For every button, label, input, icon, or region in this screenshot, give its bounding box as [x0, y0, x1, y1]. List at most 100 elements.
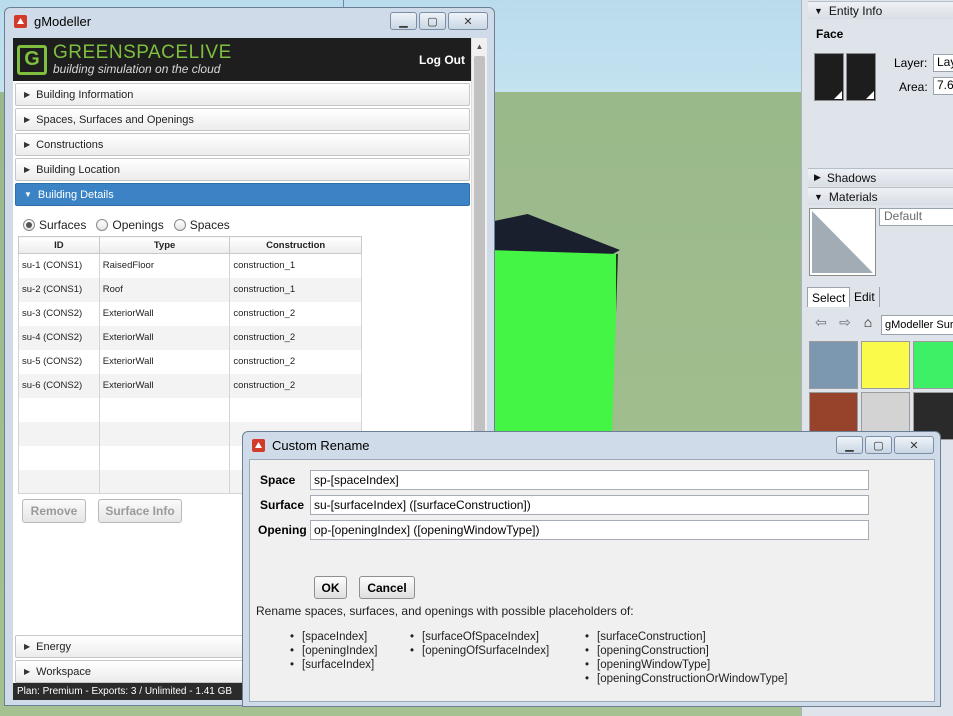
opening-pattern-input[interactable]: op-[openingIndex] ([openingWindowType]) — [310, 520, 869, 540]
shadows-title: Shadows — [826, 170, 877, 185]
expand-icon: ▶ — [24, 90, 31, 99]
minimize-button[interactable]: ▁ — [390, 12, 417, 30]
placeholder-description: Rename spaces, surfaces, and openings wi… — [256, 604, 634, 618]
table-cell: construction_2 — [229, 349, 362, 374]
placeholder-item: [openingIndex] — [290, 644, 377, 658]
window-title: gModeller — [34, 13, 92, 29]
radio-spaces[interactable]: Spaces — [173, 218, 230, 232]
layer-label: Layer: — [894, 56, 928, 70]
forward-arrow-icon[interactable]: ⇨ — [836, 313, 854, 331]
section-label: Energy — [36, 640, 72, 653]
surface-info-button[interactable]: Surface Info — [98, 499, 182, 523]
table-row[interactable]: su-1 (CONS1) RaisedFloor construction_1 — [18, 253, 362, 278]
radio-openings[interactable]: Openings — [96, 218, 164, 232]
back-arrow-icon[interactable]: ⇦ — [812, 313, 830, 331]
column-header[interactable]: ID — [18, 236, 100, 254]
back-material-swatch[interactable] — [846, 53, 876, 101]
home-icon[interactable]: ⌂ — [859, 313, 877, 331]
table-cell: ExteriorWall — [98, 301, 231, 326]
ok-button[interactable]: OK — [314, 576, 347, 599]
close-button[interactable]: ✕ — [894, 436, 934, 454]
table-cell: construction_2 — [229, 373, 362, 398]
layer-field[interactable]: Layer0 — [933, 54, 953, 72]
table-row[interactable]: su-4 (CONS2) ExteriorWall construction_2 — [18, 325, 362, 350]
area-field: 7.6 — [933, 77, 953, 95]
table-cell — [98, 445, 231, 470]
tab-select[interactable]: Select — [807, 287, 851, 307]
placeholder-item: [openingConstructionOrWindowType] — [585, 672, 788, 686]
section-label: Workspace — [36, 665, 91, 678]
maximize-button[interactable]: ▢ — [419, 12, 446, 30]
table-cell: su-3 (CONS2) — [18, 301, 100, 326]
material-library-dropdown[interactable]: gModeller Surfaces — [881, 315, 953, 335]
collapse-icon: ▼ — [814, 191, 823, 202]
model-box-front-face[interactable] — [487, 250, 618, 450]
material-swatch[interactable] — [913, 341, 953, 389]
greenspace-logo-icon: G — [17, 44, 47, 75]
entity-info-header[interactable]: ▼ Entity Info — [808, 1, 953, 19]
accordion-section[interactable]: ▼ Building Details — [15, 183, 470, 206]
dialog-title-bar[interactable]: Custom Rename ▁ ▢ ✕ — [243, 432, 940, 458]
table-row[interactable]: su-2 (CONS1) Roof construction_1 — [18, 277, 362, 302]
radio-label: Openings — [112, 218, 164, 232]
placeholder-item: [openingOfSurfaceIndex] — [410, 644, 549, 658]
title-bar[interactable]: gModeller ▁ ▢ ✕ — [5, 8, 494, 34]
table-row[interactable]: su-5 (CONS2) ExteriorWall construction_2 — [18, 349, 362, 374]
radio-surfaces[interactable]: Surfaces — [23, 218, 86, 232]
cancel-button[interactable]: Cancel — [359, 576, 415, 599]
front-material-swatch[interactable] — [814, 53, 844, 101]
accordion-section[interactable]: ▶ Spaces, Surfaces and Openings — [15, 108, 470, 131]
section-label: Building Details — [37, 188, 114, 201]
placeholder-item: [openingWindowType] — [585, 658, 788, 672]
column-header[interactable]: Type — [98, 236, 231, 254]
scroll-up-icon[interactable]: ▲ — [472, 38, 487, 54]
materials-header[interactable]: ▼ Materials — [808, 187, 953, 205]
list-type-radio-group: Surfaces Openings Spaces — [23, 218, 230, 232]
collapse-icon: ▼ — [814, 5, 823, 16]
surface-pattern-input[interactable]: su-[surfaceIndex] ([surfaceConstruction]… — [310, 495, 869, 515]
material-name-field[interactable]: Default — [879, 208, 953, 226]
table-cell — [18, 469, 100, 494]
material-swatch[interactable] — [809, 341, 858, 389]
section-label: Building Information — [36, 88, 134, 101]
shadows-header[interactable]: ▶ Shadows — [808, 168, 953, 186]
area-label: Area: — [899, 80, 928, 94]
table-row[interactable]: su-3 (CONS2) ExteriorWall construction_2 — [18, 301, 362, 326]
material-preview[interactable] — [809, 208, 876, 276]
close-button[interactable]: ✕ — [448, 12, 488, 30]
sketchup-app-icon — [251, 438, 266, 453]
material-swatch[interactable] — [861, 341, 910, 389]
opening-label: Opening — [258, 523, 307, 537]
table-cell: Roof — [98, 277, 231, 302]
table-cell: construction_1 — [229, 253, 362, 278]
radio-label: Spaces — [189, 218, 230, 232]
table-row[interactable]: su-6 (CONS2) ExteriorWall construction_2 — [18, 373, 362, 398]
table-cell: construction_2 — [229, 301, 362, 326]
accordion-section[interactable]: ▶ Building Information — [15, 83, 470, 106]
accordion-section[interactable]: ▶ Building Location — [15, 158, 470, 181]
minimize-button[interactable]: ▁ — [836, 436, 863, 454]
section-label: Constructions — [36, 138, 104, 151]
section-label: Building Location — [36, 163, 120, 176]
space-label: Space — [260, 473, 296, 487]
placeholder-list: [spaceIndex][openingIndex][surfaceIndex] — [290, 630, 377, 672]
column-header[interactable]: Construction — [229, 236, 362, 254]
maximize-button[interactable]: ▢ — [865, 436, 892, 454]
radio-dot[interactable] — [23, 219, 35, 231]
tab-edit[interactable]: Edit — [850, 287, 880, 307]
table-cell — [98, 469, 231, 494]
radio-dot[interactable] — [173, 219, 186, 231]
logout-link[interactable]: Log Out — [419, 53, 465, 67]
table-cell: construction_1 — [229, 277, 362, 302]
space-pattern-input[interactable]: sp-[spaceIndex] — [310, 470, 869, 490]
materials-title: Materials — [828, 189, 878, 204]
table-row[interactable] — [18, 397, 362, 422]
table-cell: ExteriorWall — [98, 373, 231, 398]
remove-button[interactable]: Remove — [22, 499, 86, 523]
table-cell — [98, 397, 231, 422]
table-cell — [18, 445, 100, 470]
placeholder-item: [openingConstruction] — [585, 644, 788, 658]
radio-dot[interactable] — [96, 219, 109, 231]
accordion-section[interactable]: ▶ Constructions — [15, 133, 470, 156]
radio-label: Surfaces — [39, 218, 87, 232]
